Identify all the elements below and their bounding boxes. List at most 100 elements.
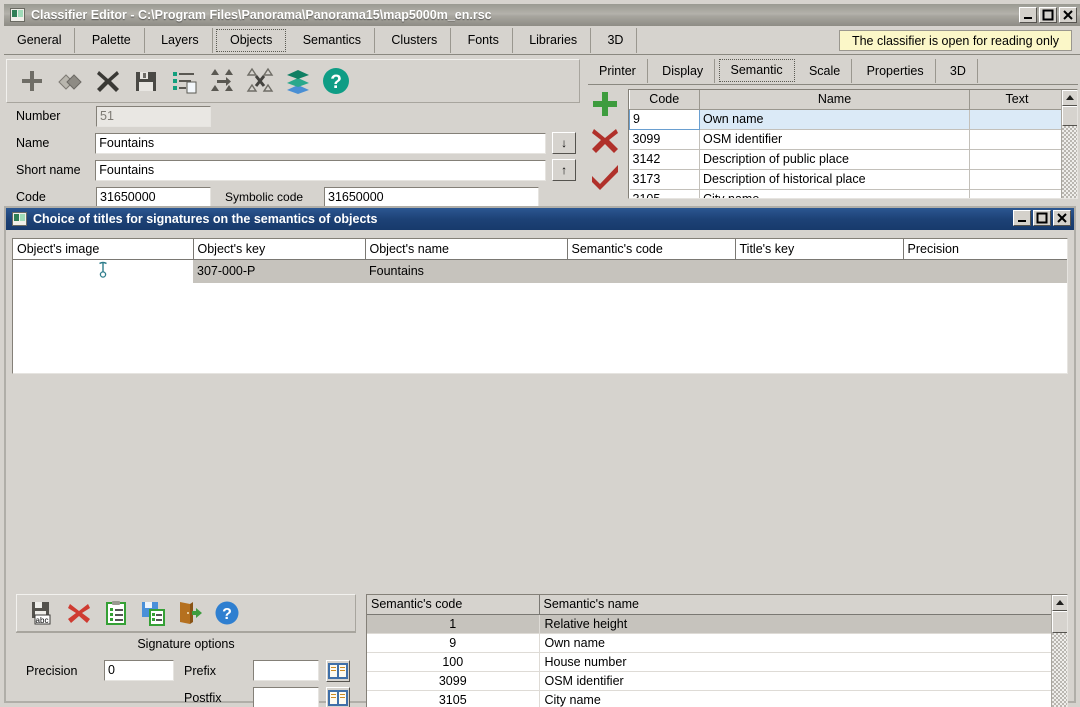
tab-libraries[interactable]: Libraries bbox=[516, 28, 592, 53]
cell-text bbox=[969, 129, 1065, 150]
save-signature-icon[interactable]: abc bbox=[29, 600, 55, 626]
object-semantics-table[interactable]: Code Name Text 9 Own name 3099 OSM ident… bbox=[628, 89, 1078, 199]
exit-door-icon[interactable] bbox=[177, 600, 203, 626]
name-input[interactable]: Fountains bbox=[95, 132, 547, 154]
copy-object-icon[interactable] bbox=[55, 66, 85, 96]
list-copy-icon[interactable] bbox=[169, 66, 199, 96]
table-row[interactable]: 9 Own name bbox=[629, 108, 1065, 130]
help-icon[interactable]: ? bbox=[214, 600, 240, 626]
tab-general[interactable]: General bbox=[4, 28, 76, 53]
cell-code: 3099 bbox=[629, 129, 700, 150]
tab-semantics[interactable]: Semantics bbox=[290, 28, 376, 53]
postfix-input[interactable] bbox=[253, 687, 319, 707]
tab-palette[interactable]: Palette bbox=[79, 28, 145, 53]
cell-code: 100 bbox=[367, 652, 540, 672]
cell-name: Own name bbox=[539, 633, 1051, 653]
tab-semantic[interactable]: Semantic bbox=[718, 59, 795, 82]
dialog-title-bar: Choice of titles for signatures on the s… bbox=[6, 208, 1074, 230]
scroll-thumb[interactable] bbox=[1062, 106, 1077, 126]
cell-code: 3099 bbox=[367, 671, 540, 691]
semantic-panel: Printer Display Semantic Scale Propertie… bbox=[588, 59, 1078, 209]
tab-properties[interactable]: Properties bbox=[856, 59, 936, 83]
cell-name: Description of historical place bbox=[699, 169, 970, 190]
close-button[interactable] bbox=[1059, 7, 1077, 23]
dialog-minimize-button[interactable] bbox=[1013, 210, 1031, 226]
delete-object-icon[interactable] bbox=[93, 66, 123, 96]
name-label: Name bbox=[16, 136, 50, 150]
list-item[interactable]: 3099 OSM identifier bbox=[367, 671, 1051, 691]
list-item[interactable]: 9 Own name bbox=[367, 633, 1051, 653]
save-clipboard-icon[interactable] bbox=[140, 600, 166, 626]
selected-objects-table[interactable]: Object's image Object's key Object's nam… bbox=[12, 238, 1068, 374]
readonly-notice: The classifier is open for reading only bbox=[838, 30, 1072, 51]
short-name-input[interactable]: Fountains bbox=[95, 159, 547, 181]
tab-3d[interactable]: 3D bbox=[594, 28, 638, 53]
cell-title-key bbox=[735, 259, 903, 283]
object-properties-form: Number 51 Name Fountains ↓ Short name Fo… bbox=[6, 105, 580, 211]
cell-code: 3105 bbox=[629, 189, 700, 198]
exclude-objects-icon[interactable] bbox=[245, 66, 275, 96]
signature-options-title: Signature options bbox=[137, 637, 235, 651]
cell-name: City name bbox=[699, 189, 970, 198]
minimize-button[interactable] bbox=[1019, 7, 1037, 23]
table-row[interactable]: 3099 OSM identifier bbox=[629, 129, 1065, 150]
col-objects-name: Object's name bbox=[365, 239, 568, 260]
semantic-table-scrollbar[interactable] bbox=[1061, 90, 1077, 198]
number-label: Number bbox=[16, 109, 61, 123]
save-icon[interactable] bbox=[131, 66, 161, 96]
tab-fonts[interactable]: Fonts bbox=[455, 28, 513, 53]
prefix-dictionary-icon[interactable] bbox=[326, 660, 350, 682]
cell-text bbox=[969, 109, 1065, 130]
maximize-button[interactable] bbox=[1039, 7, 1057, 23]
field-name-row: Name Fountains ↓ bbox=[6, 132, 576, 154]
tab-objects[interactable]: Objects bbox=[215, 29, 287, 52]
clipboard-list-icon[interactable] bbox=[103, 600, 129, 626]
move-up-button[interactable]: ↑ bbox=[552, 159, 576, 181]
cell-code: 1 bbox=[367, 614, 540, 634]
add-object-icon[interactable] bbox=[17, 66, 47, 96]
prefix-input[interactable] bbox=[253, 660, 319, 681]
table-row[interactable]: 3142 Description of public place bbox=[629, 149, 1065, 170]
move-objects-icon[interactable] bbox=[207, 66, 237, 96]
scroll-up-icon[interactable] bbox=[1062, 90, 1077, 106]
help-icon[interactable]: ? bbox=[321, 66, 351, 96]
dialog-maximize-button[interactable] bbox=[1033, 210, 1051, 226]
list-item[interactable]: 1 Relative height bbox=[367, 614, 1051, 634]
cell-code: 9 bbox=[367, 633, 540, 653]
delete-semantic-icon[interactable] bbox=[588, 123, 622, 157]
cell-text bbox=[969, 149, 1065, 170]
add-semantic-icon[interactable] bbox=[588, 87, 622, 121]
delete-signature-icon[interactable] bbox=[66, 600, 92, 626]
list-item[interactable]: 3105 City name bbox=[367, 690, 1051, 707]
symbolic-code-input[interactable]: 31650000 bbox=[324, 186, 539, 208]
tab-clusters[interactable]: Clusters bbox=[378, 28, 452, 53]
code-input[interactable]: 31650000 bbox=[96, 186, 211, 208]
semantics-list-table[interactable]: Semantic's code Semantic's name 1 Relati… bbox=[366, 594, 1068, 707]
list-item[interactable]: 100 House number bbox=[367, 652, 1051, 672]
cell-precision bbox=[903, 259, 1067, 283]
tab-3d-right[interactable]: 3D bbox=[939, 59, 978, 83]
tab-display[interactable]: Display bbox=[651, 59, 716, 83]
table-row[interactable]: 3173 Description of historical place bbox=[629, 169, 1065, 190]
field-code-row: Code 31650000 Symbolic code 31650000 bbox=[6, 186, 576, 208]
tab-layers[interactable]: Layers bbox=[148, 28, 213, 53]
layers-icon[interactable] bbox=[283, 66, 313, 96]
postfix-dictionary-icon[interactable] bbox=[326, 687, 350, 707]
svg-text:?: ? bbox=[330, 72, 342, 93]
precision-label: Precision bbox=[26, 664, 78, 678]
table-row[interactable]: 3105 City name bbox=[629, 189, 1065, 198]
precision-input[interactable]: 0 bbox=[104, 660, 174, 681]
scroll-up-icon[interactable] bbox=[1052, 595, 1067, 611]
confirm-semantic-icon[interactable] bbox=[588, 159, 622, 193]
tab-scale[interactable]: Scale bbox=[798, 59, 853, 83]
number-input[interactable]: 51 bbox=[96, 105, 211, 127]
semantics-list-scrollbar[interactable] bbox=[1051, 595, 1067, 707]
cell-semantic-code bbox=[567, 259, 735, 283]
tab-printer[interactable]: Printer bbox=[588, 59, 648, 83]
scroll-thumb[interactable] bbox=[1052, 611, 1067, 633]
move-down-button[interactable]: ↓ bbox=[552, 132, 576, 154]
dialog-close-button[interactable] bbox=[1053, 210, 1071, 226]
cell-code: 3105 bbox=[367, 690, 540, 707]
table-row[interactable]: 307-000-P Fountains bbox=[13, 259, 1067, 283]
col-semantic-name: Semantic's name bbox=[539, 595, 1052, 615]
